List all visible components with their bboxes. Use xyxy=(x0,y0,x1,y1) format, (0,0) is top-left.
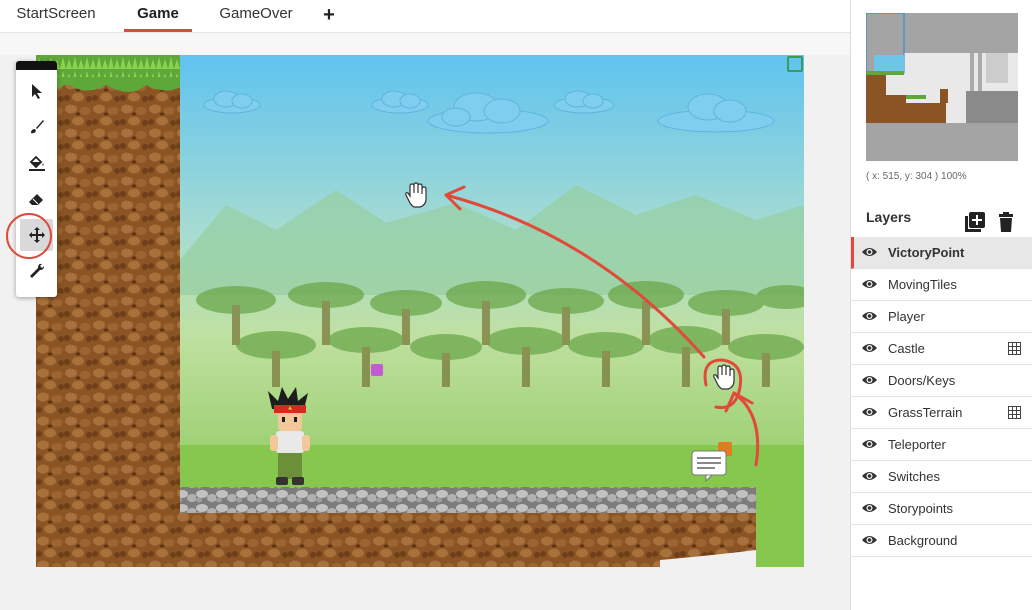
trash-icon xyxy=(999,212,1013,232)
layers-title: Layers xyxy=(866,209,912,225)
tile-grid-icon xyxy=(1008,342,1021,355)
fill-tool-button[interactable] xyxy=(20,147,53,179)
eraser-tool-button[interactable] xyxy=(20,183,53,215)
minimap-coordinates: ( x: 515, y: 304 ) 100% xyxy=(866,171,967,182)
visibility-eye-icon[interactable] xyxy=(862,310,877,322)
layer-name: GrassTerrain xyxy=(888,405,963,420)
layer-name: Castle xyxy=(888,341,925,356)
layer-list: VictoryPoint MovingTiles Player Castle Doors… xyxy=(851,237,1032,557)
visibility-eye-icon[interactable] xyxy=(862,534,877,546)
tile-grid-icon xyxy=(1008,406,1021,419)
tab-gameover[interactable]: GameOver xyxy=(210,0,302,33)
visibility-eye-icon[interactable] xyxy=(862,438,877,450)
brush-tool-button[interactable] xyxy=(20,111,53,143)
add-layer-icon xyxy=(965,212,985,232)
stone-ledge xyxy=(180,487,756,515)
level-editor: StartScreen Game GameOver + (x: 515, y:… xyxy=(0,0,1032,610)
editor-top-strip xyxy=(0,33,850,55)
layer-row-5[interactable]: GrassTerrain xyxy=(851,397,1032,429)
tab-game[interactable]: Game xyxy=(124,0,192,33)
layer-name: Doors/Keys xyxy=(888,373,956,388)
layer-row-0[interactable]: VictoryPoint xyxy=(851,237,1032,269)
layer-row-8[interactable]: Storypoints xyxy=(851,493,1032,525)
visibility-eye-icon[interactable] xyxy=(862,342,877,354)
gem-pickup xyxy=(371,364,383,376)
layer-name: VictoryPoint xyxy=(888,245,965,260)
scene-tab-bar: StartScreen Game GameOver + xyxy=(0,0,850,33)
layer-name: Switches xyxy=(888,469,941,484)
level-editor-viewport[interactable] xyxy=(0,33,850,610)
wrench-tool-button[interactable] xyxy=(20,255,53,287)
layer-row-4[interactable]: Doors/Keys xyxy=(851,365,1032,397)
layer-name: Background xyxy=(888,533,958,548)
brush-icon xyxy=(30,120,44,134)
dirt-column xyxy=(36,85,180,567)
layer-name: Player xyxy=(888,309,925,324)
visibility-eye-icon[interactable] xyxy=(862,470,877,482)
pointer-icon xyxy=(31,84,42,99)
layer-name: Teleporter xyxy=(888,437,946,452)
game-canvas[interactable] xyxy=(36,55,804,567)
dirt-floor xyxy=(180,513,756,567)
layer-row-2[interactable]: Player xyxy=(851,301,1032,333)
wrench-icon xyxy=(29,263,44,278)
layer-row-9[interactable]: Background xyxy=(851,525,1032,557)
paint-bucket-icon xyxy=(28,155,45,171)
delete-layer-button[interactable] xyxy=(998,212,1014,232)
tool-palette xyxy=(6,61,57,297)
minimap[interactable] xyxy=(866,13,1018,161)
visibility-eye-icon[interactable] xyxy=(862,406,877,418)
move-arrows-icon xyxy=(28,227,45,243)
add-scene-button[interactable]: + xyxy=(318,2,340,28)
visibility-eye-icon[interactable] xyxy=(862,374,877,386)
visibility-eye-icon[interactable] xyxy=(862,502,877,514)
tab-startscreen[interactable]: StartScreen xyxy=(6,0,106,33)
pointer-tool-button[interactable] xyxy=(20,75,53,107)
tool-palette-grip[interactable] xyxy=(16,61,57,70)
layer-name: MovingTiles xyxy=(888,277,957,292)
visibility-eye-icon[interactable] xyxy=(862,278,877,290)
layer-name: Storypoints xyxy=(888,501,954,516)
layer-row-6[interactable]: Teleporter xyxy=(851,429,1032,461)
layer-row-1[interactable]: MovingTiles xyxy=(851,269,1032,301)
layer-row-7[interactable]: Switches xyxy=(851,461,1032,493)
eraser-icon xyxy=(28,194,43,205)
layer-row-3[interactable]: Castle xyxy=(851,333,1032,365)
add-layer-button[interactable] xyxy=(965,212,985,232)
properties-panel: ( x: 515, y: 304 ) 100% Layers VictoryPo… xyxy=(850,0,1032,610)
move-tool-button[interactable] xyxy=(20,219,53,251)
visibility-eye-icon[interactable] xyxy=(862,246,877,258)
